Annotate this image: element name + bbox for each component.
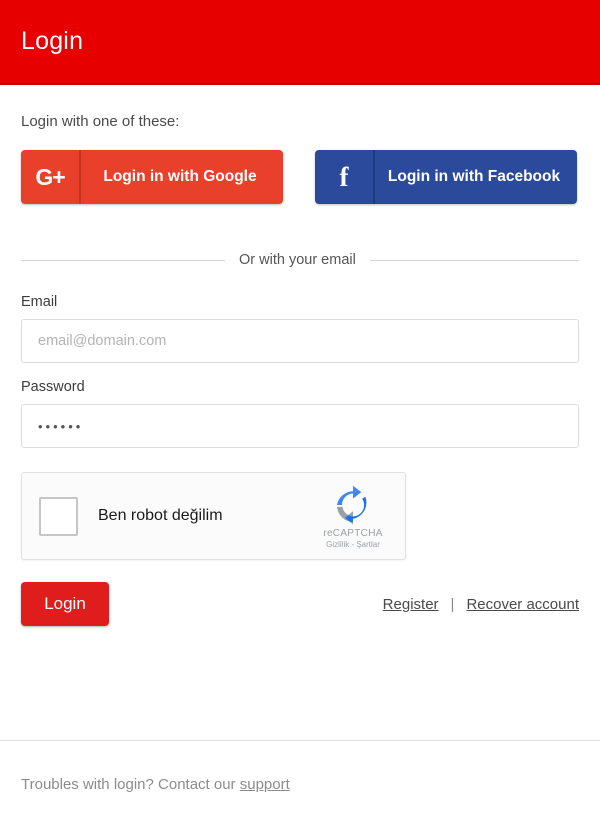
google-plus-glyph: G+ (35, 163, 65, 190)
login-submit-button[interactable]: Login (21, 582, 109, 626)
login-form-container: Login with one of these: G+ Login in wit… (0, 113, 600, 626)
divider-label: Or with your email (239, 252, 356, 268)
recaptcha-brand-name: reCAPTCHA (323, 528, 383, 539)
form-actions-row: Login Register | Recover account (21, 582, 579, 626)
social-login-prompt: Login with one of these: (21, 113, 180, 130)
page-title: Login (21, 27, 84, 55)
support-link[interactable]: support (240, 776, 290, 793)
register-link[interactable]: Register (383, 596, 439, 613)
password-input[interactable] (21, 404, 579, 448)
footer-help-text: Troubles with login? Contact our support (21, 776, 290, 793)
email-field-block: Email (21, 294, 579, 363)
google-login-button[interactable]: G+ Login in with Google (21, 150, 283, 204)
facebook-login-label: Login in with Facebook (387, 168, 561, 185)
google-login-label: Login in with Google (103, 168, 257, 185)
facebook-login-button[interactable]: f Login in with Facebook (315, 150, 577, 204)
password-field-block: Password (21, 379, 579, 448)
divider-line-right (369, 259, 579, 261)
recaptcha-checkbox[interactable] (39, 496, 78, 536)
recaptcha-icon (336, 485, 367, 525)
password-label: Password (21, 379, 85, 395)
footer-divider (0, 740, 600, 741)
facebook-icon: f (315, 150, 375, 204)
email-label: Email (21, 294, 58, 310)
social-login-row: G+ Login in with Google f Login in with … (21, 150, 579, 204)
email-divider: Or with your email (21, 252, 579, 268)
recaptcha-terms-link[interactable]: Gizlilik - Şartlar (326, 540, 380, 549)
auxiliary-links: Register | Recover account (383, 596, 579, 613)
google-plus-icon: G+ (21, 150, 81, 204)
footer-text: Troubles with login? Contact our (21, 776, 240, 793)
recaptcha-widget[interactable]: Ben robot değilim reCAPTCHA Gizlilik - Ş… (21, 472, 406, 560)
email-input[interactable] (21, 319, 579, 363)
link-separator: | (450, 595, 455, 613)
facebook-glyph: f (339, 161, 349, 192)
divider-line-left (21, 259, 225, 261)
page-header: Login (0, 0, 600, 85)
recaptcha-branding: reCAPTCHA Gizlilik - Şartlar (307, 483, 405, 549)
recaptcha-label: Ben robot değilim (98, 507, 223, 524)
recover-account-link[interactable]: Recover account (466, 596, 579, 613)
